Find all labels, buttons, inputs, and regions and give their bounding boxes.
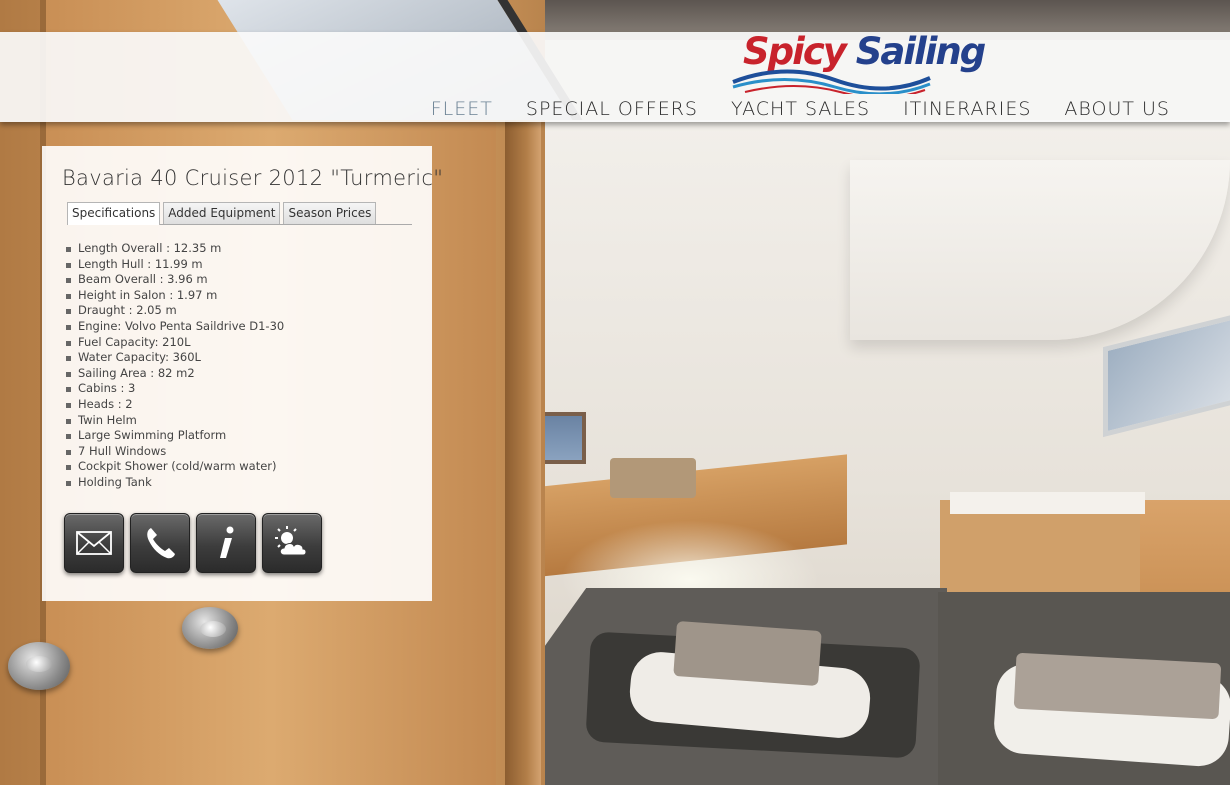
info-icon — [220, 526, 234, 558]
nav-yacht-sales[interactable]: YACHT SALES — [731, 98, 870, 120]
logo-wave-graphic — [732, 69, 931, 94]
site-header: Spicy Sailing FLEET SPECIAL OFFERS YACHT… — [0, 30, 1230, 122]
weather-button[interactable] — [262, 513, 322, 573]
spec-item: Cabins : 3 — [66, 381, 284, 397]
spec-item: Sailing Area : 82 m2 — [66, 366, 284, 382]
phone-button[interactable] — [130, 513, 190, 573]
spec-item: Engine: Volvo Penta Saildrive D1-30 — [66, 319, 284, 335]
spec-item: Heads : 2 — [66, 397, 284, 413]
spec-item: Water Capacity: 360L — [66, 350, 284, 366]
email-button[interactable] — [64, 513, 124, 573]
nav-itineraries[interactable]: ITINERARIES — [903, 98, 1031, 120]
spec-item: Beam Overall : 3.96 m — [66, 272, 284, 288]
spec-item: Holding Tank — [66, 475, 284, 491]
spec-item: Length Overall : 12.35 m — [66, 241, 284, 257]
envelope-icon — [76, 531, 112, 555]
towel — [673, 621, 822, 686]
spec-item: Twin Helm — [66, 413, 284, 429]
spec-tabs: Specifications Added Equipment Season Pr… — [67, 202, 412, 225]
nav-special-offers[interactable]: SPECIAL OFFERS — [526, 98, 698, 120]
door-handle — [182, 607, 238, 649]
spec-item: Cockpit Shower (cold/warm water) — [66, 459, 284, 475]
weather-icon — [275, 526, 307, 556]
spec-list: Length Overall : 12.35 m Length Hull : 1… — [66, 241, 284, 491]
nav-fleet[interactable]: FLEET — [431, 98, 493, 120]
towel — [1013, 652, 1222, 720]
info-button[interactable] — [196, 513, 256, 573]
spec-item: Fuel Capacity: 210L — [66, 335, 284, 351]
nav-about-us[interactable]: ABOUT US — [1064, 98, 1170, 120]
tab-season-prices[interactable]: Season Prices — [283, 202, 377, 224]
tab-specifications[interactable]: Specifications — [67, 202, 161, 225]
spec-item: 7 Hull Windows — [66, 444, 284, 460]
yacht-info-panel: Bavaria 40 Cruiser 2012 "Turmeric" Speci… — [42, 146, 443, 601]
spec-item: Height in Salon : 1.97 m — [66, 288, 284, 304]
main-nav: FLEET SPECIAL OFFERS YACHT SALES ITINERA… — [431, 98, 1170, 120]
spicy-sailing-logo[interactable]: Spicy Sailing — [725, 30, 986, 94]
tab-added-equipment[interactable]: Added Equipment — [163, 202, 281, 224]
action-buttons — [64, 513, 322, 573]
yacht-title: Bavaria 40 Cruiser 2012 "Turmeric" — [62, 166, 444, 190]
door-handle — [8, 642, 70, 690]
spec-item: Draught : 2.05 m — [66, 303, 284, 319]
spec-item: Length Hull : 11.99 m — [66, 257, 284, 273]
phone-icon — [147, 528, 175, 559]
spec-item: Large Swimming Platform — [66, 428, 284, 444]
